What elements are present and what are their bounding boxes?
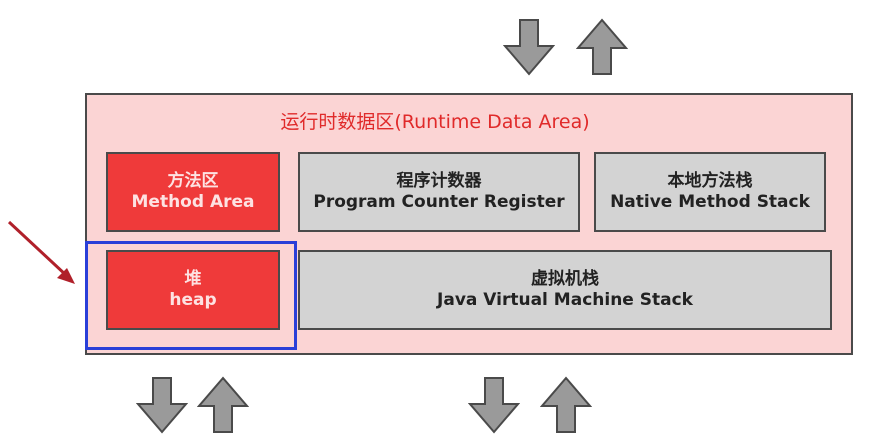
native-method-stack-en: Native Method Stack: [610, 192, 810, 212]
arrow-up-icon: [197, 376, 249, 433]
method-area-cn: 方法区: [167, 170, 219, 191]
arrow-down-icon: [468, 377, 520, 434]
heap-highlight-frame: [85, 241, 297, 350]
pointer-arrow-icon: [7, 220, 75, 284]
jvm-stack-cn: 虚拟机栈: [531, 268, 599, 289]
arrow-up-icon: [540, 376, 592, 433]
runtime-data-area-title: 运行时数据区(Runtime Data Area): [280, 111, 590, 133]
native-method-stack-box: 本地方法栈 Native Method Stack: [594, 152, 826, 232]
jvm-stack-box: 虚拟机栈 Java Virtual Machine Stack: [298, 250, 832, 330]
jvm-stack-en: Java Virtual Machine Stack: [437, 290, 693, 310]
arrow-up-icon: [576, 18, 628, 75]
pc-register-en: Program Counter Register: [313, 192, 565, 212]
method-area-en: Method Area: [131, 192, 255, 212]
pc-register-box: 程序计数器 Program Counter Register: [298, 152, 580, 232]
pc-register-cn: 程序计数器: [396, 170, 482, 191]
arrow-down-icon: [503, 19, 555, 76]
method-area-box: 方法区 Method Area: [106, 152, 280, 232]
native-method-stack-cn: 本地方法栈: [667, 170, 753, 191]
arrow-down-icon: [136, 377, 188, 434]
